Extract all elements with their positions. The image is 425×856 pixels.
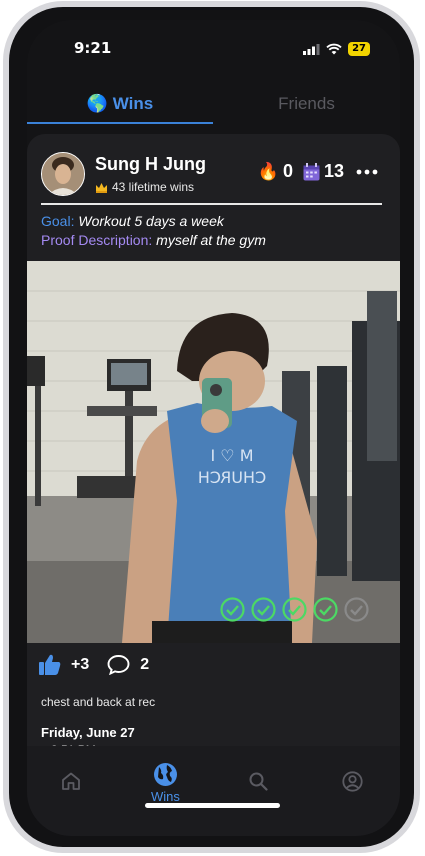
crown-icon (96, 182, 107, 193)
post-stats: 🔥 0 13 (258, 161, 378, 182)
status-icons: 27 (303, 42, 370, 56)
thumbs-up-icon[interactable] (39, 654, 61, 675)
check-circle-icon (313, 597, 338, 622)
nav-search[interactable] (249, 772, 268, 791)
post-card: Sung H Jung 43 lifetime wins 🔥 0 13 Goal… (27, 134, 400, 774)
feed-tabs: 🌎 Wins Friends (27, 86, 400, 124)
tab-friends[interactable]: Friends (213, 86, 400, 122)
post-actions: +3 2 (39, 654, 149, 675)
calendar-icon (303, 162, 320, 180)
goal-row: Goal: Workout 5 days a week (41, 213, 224, 229)
post-caption: chest and back at rec (41, 695, 156, 709)
check-circle-empty-icon (344, 597, 369, 622)
status-time: 9:21 (74, 39, 112, 57)
proof-text: myself at the gym (156, 232, 266, 248)
shirt-text-1: I ♡ M (210, 446, 253, 465)
header-divider (41, 203, 382, 205)
weekly-progress-checks (220, 597, 369, 622)
signal-icon (303, 43, 320, 55)
user-name[interactable]: Sung H Jung (95, 154, 206, 175)
proof-label: Proof Description: (41, 232, 153, 248)
days-count: 13 (323, 161, 344, 181)
proof-photo[interactable]: I ♡ M CHURCH (27, 261, 400, 643)
shirt-text-2: CHURCH (198, 468, 266, 487)
proof-row: Proof Description: myself at the gym (41, 232, 266, 248)
goal-label: Goal: (41, 213, 75, 229)
check-circle-icon (282, 597, 307, 622)
streak-count: 0 (282, 161, 293, 181)
more-options-icon[interactable] (356, 169, 378, 175)
home-indicator (145, 803, 280, 808)
home-icon (62, 772, 80, 790)
status-bar: 9:21 27 (27, 20, 400, 80)
profile-icon (342, 771, 363, 792)
wifi-icon (326, 43, 342, 55)
globe-icon (153, 763, 177, 786)
app-screen: 9:21 27 🌎 Wins Friends Sung H Jung 43 li… (27, 20, 400, 836)
search-icon (249, 772, 268, 791)
avatar-photo (42, 153, 84, 195)
fire-icon: 🔥 (257, 161, 279, 181)
bottom-nav: Wins (27, 746, 400, 836)
post-date: Friday, June 27 (41, 725, 135, 740)
nav-wins[interactable]: Wins (151, 762, 180, 804)
lifetime-wins: 43 lifetime wins (95, 180, 194, 194)
tab-wins[interactable]: 🌎 Wins (27, 86, 213, 122)
nav-home[interactable] (61, 772, 81, 790)
active-tab-indicator (27, 122, 213, 124)
goal-text: Workout 5 days a week (78, 213, 224, 229)
check-circle-icon (251, 597, 276, 622)
battery-indicator: 27 (348, 42, 370, 56)
avatar[interactable] (41, 152, 85, 196)
comments-count: 2 (140, 655, 150, 673)
check-circle-icon (220, 597, 245, 622)
lifetime-wins-text: 43 lifetime wins (112, 180, 195, 194)
comment-icon[interactable] (107, 654, 130, 675)
nav-profile[interactable] (342, 771, 363, 792)
gym-photo: I ♡ M CHURCH (27, 261, 400, 643)
nav-wins-label: Wins (151, 789, 180, 804)
likes-count: +3 (71, 655, 90, 673)
